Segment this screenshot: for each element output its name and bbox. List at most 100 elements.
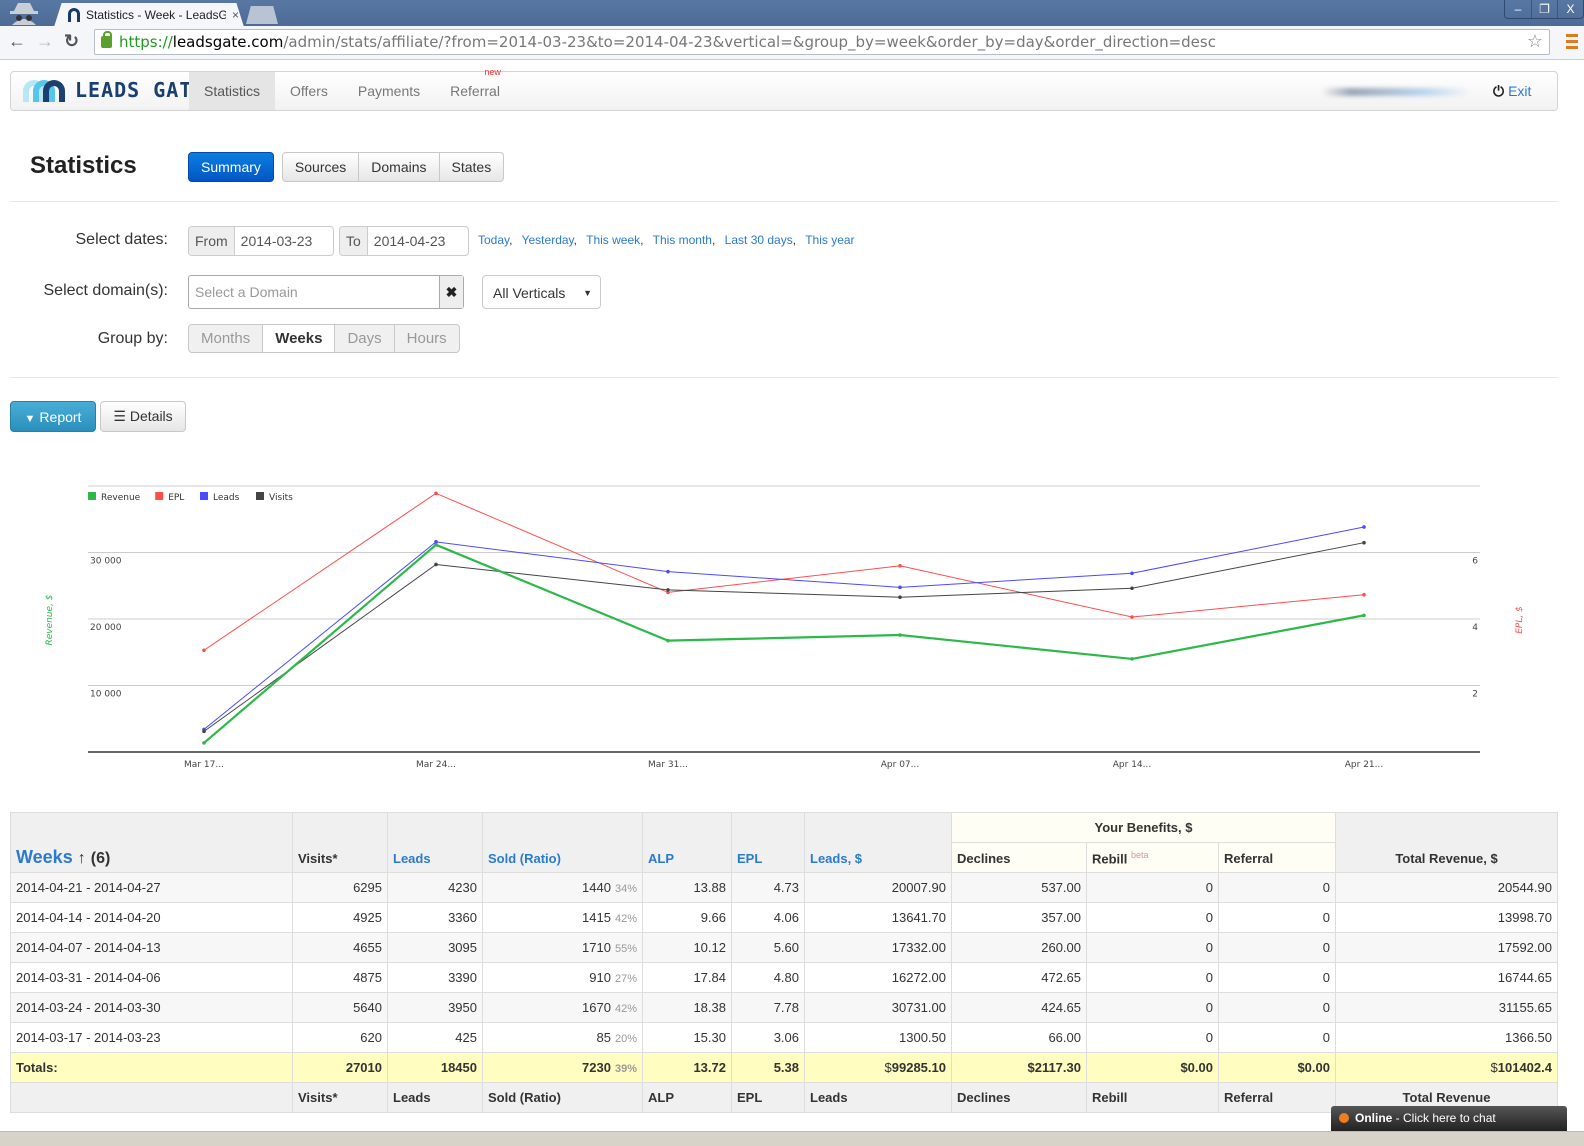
legend-label-visits: Visits (269, 493, 293, 503)
domain-placeholder: Select a Domain (195, 284, 298, 300)
group-weeks[interactable]: Weeks (262, 324, 336, 353)
col-sold[interactable]: Sold (Ratio) (482, 812, 643, 873)
tab-domains[interactable]: Domains (358, 152, 440, 182)
nav-item-label: Referral (450, 83, 500, 99)
from-date-field[interactable]: From 2014-03-23 (188, 226, 334, 256)
series-line-epl (203, 492, 1365, 651)
group-days[interactable]: Days (334, 324, 395, 353)
x-tick-label: Mar 17... (184, 760, 224, 770)
col-alp[interactable]: ALP (642, 812, 732, 873)
total-revenue: $101402.4 (1335, 1052, 1558, 1083)
cell-leads: 3390 (387, 962, 483, 993)
week-range: 2014-04-21 - 2014-04-27 (10, 872, 293, 903)
total-referral: $0.00 (1218, 1052, 1336, 1083)
url-path: /admin/stats/affiliate/?from=2014-03-23&… (283, 33, 1216, 51)
address-bar[interactable]: https://leadsgate.com/admin/stats/affili… (94, 29, 1550, 55)
group-months[interactable]: Months (188, 324, 264, 353)
tab-states[interactable]: States (438, 152, 505, 182)
link-last-30-days[interactable]: Last 30 days (725, 233, 793, 247)
forward-button[interactable]: → (36, 31, 54, 52)
nav-item-offers[interactable]: Offers (275, 72, 343, 110)
weeks-header[interactable]: Weeks ↑ (6) (10, 812, 293, 873)
link-this-week[interactable]: This week (586, 233, 640, 247)
exit-link[interactable]: ⏻ Exit (1493, 83, 1531, 100)
group-hours[interactable]: Hours (393, 324, 460, 353)
domain-select[interactable]: Select a Domain ✖ (188, 275, 464, 309)
clear-domain-icon[interactable]: ✖ (439, 276, 463, 308)
to-date-field[interactable]: To 2014-04-23 (339, 226, 469, 256)
link-today[interactable]: Today (478, 233, 509, 247)
table-row: 2014-03-31 - 2014-04-06 4875 3390 910 27% 17.… (10, 962, 1558, 993)
x-tick-label: Mar 24... (416, 760, 456, 770)
restore-button[interactable]: ❐ (1531, 0, 1557, 18)
col-visits: Visits* (292, 812, 388, 873)
group-by-label: Group by: (97, 330, 168, 347)
divider (10, 377, 1558, 378)
nav-item-payments[interactable]: Payments (343, 72, 435, 110)
series-epl (202, 491, 1366, 653)
cell-leads: 4230 (387, 872, 483, 903)
bookmark-star-icon[interactable]: ☆ (1527, 30, 1543, 54)
data-point (898, 564, 902, 568)
cell-sold: 910 27% (482, 962, 643, 993)
chart-lines (202, 491, 1366, 745)
col-epl[interactable]: EPL (731, 812, 805, 873)
favicon-icon (68, 8, 80, 22)
browser-tab[interactable]: Statistics - Week - LeadsGate × (54, 3, 244, 27)
total-alp: 13.72 (642, 1052, 732, 1083)
nav-item-label: Payments (357, 83, 421, 99)
minimize-button[interactable]: – (1505, 0, 1531, 18)
cell-referral: 0 (1218, 992, 1336, 1023)
main-nav: Statistics Offers Payments Referral new (189, 67, 515, 110)
cell-epl: 4.80 (731, 962, 805, 993)
stats-table: Weeks ↑ (6) Visits* Leads Sold (Ratio) A… (10, 812, 1558, 1113)
dates-label: Select dates: (75, 231, 169, 248)
data-point (202, 741, 206, 745)
legend-swatch-revenue (88, 492, 96, 500)
legend-label-revenue: Revenue (101, 493, 141, 503)
link-yesterday[interactable]: Yesterday (522, 233, 574, 247)
details-label: Details (129, 408, 173, 424)
to-date-value[interactable]: 2014-04-23 (367, 227, 452, 255)
tab-summary[interactable]: Summary (188, 152, 274, 182)
report-button[interactable]: ▼ Report (10, 401, 96, 432)
footer-epl: EPL (731, 1082, 805, 1113)
cell-rebill: 0 (1086, 872, 1219, 903)
legend-swatch-visits (256, 492, 264, 500)
close-window-button[interactable]: X (1557, 0, 1583, 18)
nav-item-statistics[interactable]: Statistics (189, 72, 276, 110)
data-point (898, 595, 902, 600)
brand-logo[interactable]: LEADS GATE (23, 78, 205, 102)
chat-widget[interactable]: Online - Click here to chat (1331, 1106, 1567, 1131)
details-button[interactable]: ☰ Details (100, 401, 186, 432)
cell-total: 13998.70 (1335, 902, 1558, 933)
report-label: Report (39, 409, 82, 425)
cell-sold: 1440 34% (482, 872, 643, 903)
data-point (898, 633, 902, 637)
y2-tick-label: 6 (1472, 557, 1478, 567)
link-this-year[interactable]: This year (805, 233, 854, 247)
data-point (1362, 613, 1366, 618)
y2-axis-label: EPL, $ (1515, 606, 1525, 634)
chart-legend: Revenue EPL Leads Visits (88, 492, 293, 503)
nav-item-referral[interactable]: Referral new (435, 67, 515, 110)
back-button[interactable]: ← (8, 31, 26, 52)
x-tick-label: Apr 07... (881, 760, 919, 770)
browser-bottom-bar (0, 1131, 1584, 1146)
browser-menu-icon[interactable] (1566, 34, 1578, 52)
data-point (1362, 525, 1366, 529)
tab-close-icon[interactable]: × (232, 8, 239, 22)
col-leads[interactable]: Leads (387, 812, 483, 873)
reload-button[interactable]: ↻ (64, 31, 79, 52)
from-date-value[interactable]: 2014-03-23 (234, 227, 319, 255)
link-this-month[interactable]: This month (653, 233, 712, 247)
col-leads-usd[interactable]: Leads, $ (804, 812, 952, 873)
total-sold: 7230 39% (482, 1052, 643, 1083)
col-referral: Referral (1218, 842, 1336, 873)
footer-visits: Visits* (292, 1082, 388, 1113)
filter-icon: ▼ (24, 413, 36, 425)
tab-sources[interactable]: Sources (281, 152, 360, 182)
new-tab-button[interactable] (246, 6, 278, 24)
legend-swatch-leads (200, 492, 208, 500)
vertical-select[interactable]: All Verticals ▼ (482, 275, 601, 309)
